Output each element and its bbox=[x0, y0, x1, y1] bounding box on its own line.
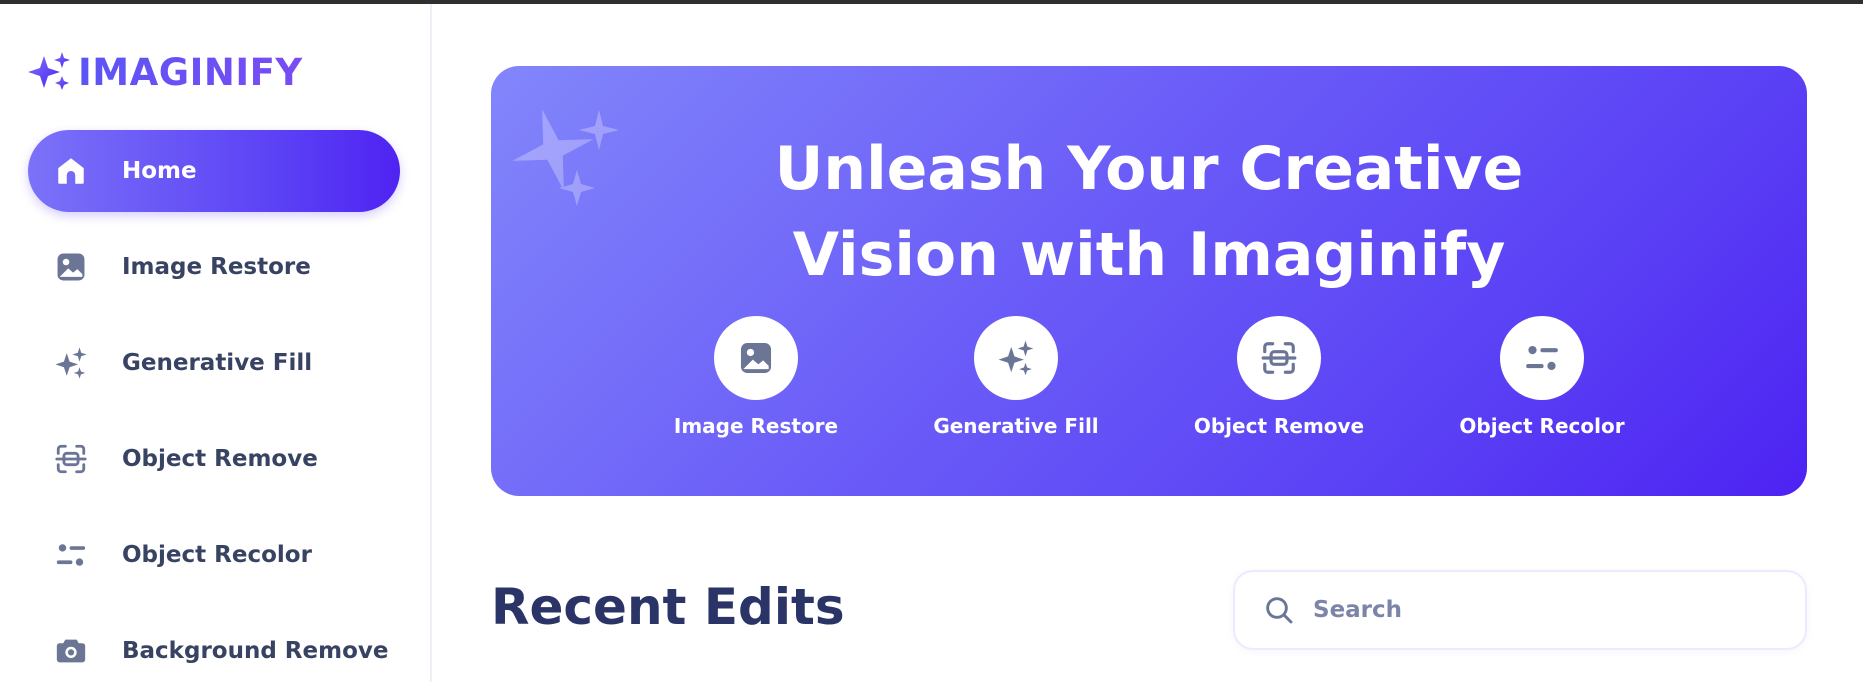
hero-action-object-remove[interactable]: Object Remove bbox=[1169, 316, 1389, 438]
hero-action-image-restore[interactable]: Image Restore bbox=[646, 316, 866, 438]
sidebar-item-object-remove[interactable]: Object Remove bbox=[28, 418, 400, 500]
scan-icon bbox=[52, 440, 90, 478]
recent-edits-title: Recent Edits bbox=[491, 578, 845, 636]
home-icon bbox=[52, 152, 90, 190]
sidebar-item-label: Image Restore bbox=[122, 254, 311, 280]
logo-stars-icon bbox=[28, 52, 70, 90]
hero-action-generative-fill[interactable]: Generative Fill bbox=[906, 316, 1126, 438]
action-circle[interactable] bbox=[1500, 316, 1584, 400]
search-input[interactable] bbox=[1313, 597, 1773, 623]
sidebar-item-image-restore[interactable]: Image Restore bbox=[28, 226, 400, 308]
search-icon bbox=[1266, 597, 1293, 624]
sidebar-item-label: Object Recolor bbox=[122, 542, 312, 568]
sidebar-item-label: Background Remove bbox=[122, 638, 389, 664]
hero-banner: Unleash Your Creative Vision with Imagin… bbox=[491, 66, 1807, 496]
action-circle[interactable] bbox=[974, 316, 1058, 400]
camera-icon bbox=[52, 632, 90, 670]
sidebar-item-background-remove[interactable]: Background Remove bbox=[28, 610, 400, 682]
sidebar-nav: Home Image Restore Generative Fill Objec… bbox=[28, 130, 400, 682]
sidebar-item-label: Object Remove bbox=[122, 446, 318, 472]
stars-icon bbox=[998, 340, 1034, 376]
hero-title-line2: Vision with Imaginify bbox=[792, 220, 1506, 290]
sidebar-item-generative-fill[interactable]: Generative Fill bbox=[28, 322, 400, 404]
image-icon bbox=[52, 248, 90, 286]
action-label: Generative Fill bbox=[933, 414, 1099, 438]
stars-icon bbox=[52, 344, 90, 382]
action-circle[interactable] bbox=[1237, 316, 1321, 400]
filter-icon bbox=[1526, 345, 1558, 371]
sidebar-item-label: Generative Fill bbox=[122, 350, 313, 376]
hero-title-line1: Unleash Your Creative bbox=[774, 134, 1524, 204]
sidebar: IMAGINIFY Home Image Restore Generative … bbox=[0, 4, 432, 682]
scan-icon bbox=[1261, 342, 1297, 374]
sidebar-item-object-recolor[interactable]: Object Recolor bbox=[28, 514, 400, 596]
action-circle[interactable] bbox=[714, 316, 798, 400]
logo[interactable]: IMAGINIFY bbox=[28, 48, 303, 96]
filter-icon bbox=[52, 536, 90, 574]
image-icon bbox=[740, 342, 772, 374]
action-label: Object Recolor bbox=[1459, 414, 1625, 438]
sidebar-item-home[interactable]: Home bbox=[28, 130, 400, 212]
hero-title: Unleash Your Creative Vision with Imagin… bbox=[491, 126, 1807, 298]
hero-action-object-recolor[interactable]: Object Recolor bbox=[1432, 316, 1652, 438]
logo-text: IMAGINIFY bbox=[78, 50, 303, 94]
sidebar-item-label: Home bbox=[122, 158, 197, 184]
search-box[interactable] bbox=[1233, 570, 1807, 650]
action-label: Object Remove bbox=[1193, 414, 1365, 438]
action-label: Image Restore bbox=[673, 414, 839, 438]
